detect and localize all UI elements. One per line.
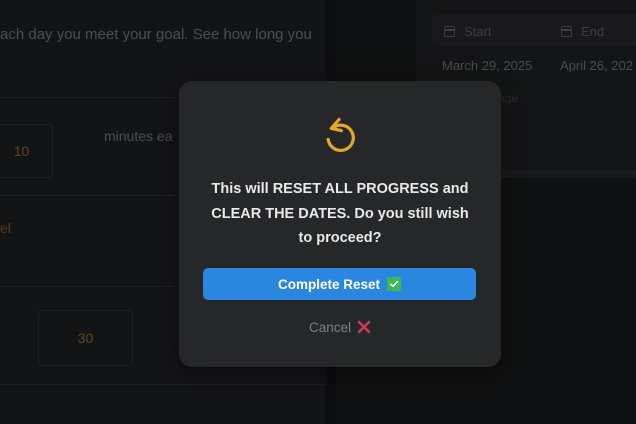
complete-reset-label: Complete Reset [277, 276, 381, 292]
reset-arrow-icon [326, 117, 355, 152]
cross-mark-icon [357, 320, 371, 334]
check-mark-icon [387, 277, 402, 291]
reset-confirm-dialog: This will RESET ALL PROGRESS and CLEAR T… [179, 81, 501, 367]
cancel-button[interactable]: Cancel [290, 316, 390, 338]
cancel-label: Cancel [308, 319, 352, 335]
app-screen: Start End March 29, 2025 April 26, 202 a… [0, 0, 636, 424]
reset-warning-message: This will RESET ALL PROGRESS and CLEAR T… [211, 181, 469, 246]
complete-reset-button[interactable]: Complete Reset [203, 268, 476, 300]
